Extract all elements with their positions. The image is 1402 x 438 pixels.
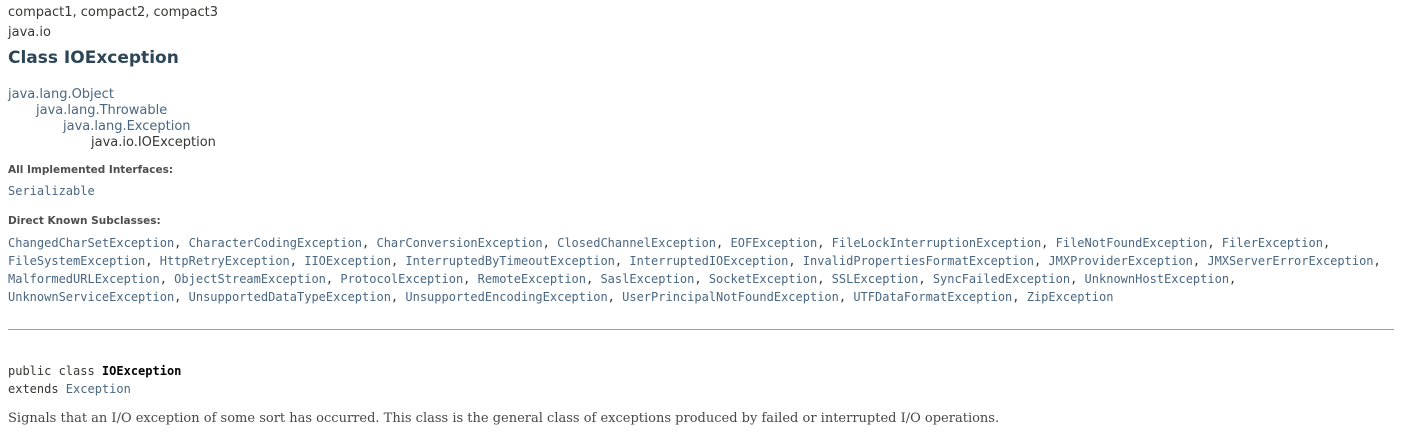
subclass-link[interactable]: SyncFailedException	[933, 272, 1070, 286]
list-separator: ,	[817, 236, 832, 250]
list-separator: ,	[607, 290, 623, 304]
subclass-link[interactable]: ZipException	[1027, 290, 1114, 304]
subclass-link[interactable]: UTFDataFormatException	[853, 290, 1012, 304]
list-separator: ,	[817, 272, 832, 286]
list-separator: ,	[542, 236, 558, 250]
subclass-link[interactable]: FileSystemException	[8, 254, 145, 268]
subclass-link[interactable]: InterruptedIOException	[629, 254, 788, 268]
list-separator: ,	[1041, 236, 1056, 250]
signature-extends: extends	[8, 382, 66, 396]
list-separator: ,	[325, 272, 341, 286]
subclass-link[interactable]: InterruptedByTimeoutException	[405, 254, 615, 268]
subclass-link[interactable]: ProtocolException	[340, 272, 463, 286]
list-separator: ,	[1229, 272, 1237, 286]
class-description: Signals that an I/O exception of some so…	[8, 411, 1000, 426]
subclass-link[interactable]: SaslException	[600, 272, 694, 286]
subclasses-label: Direct Known Subclasses:	[8, 215, 161, 227]
subclass-link[interactable]: UnknownServiceException	[8, 290, 174, 304]
list-separator: ,	[1033, 254, 1049, 268]
subclass-link[interactable]: UnknownHostException	[1085, 272, 1230, 286]
subclass-link[interactable]: EOFException	[731, 236, 818, 250]
subclass-link[interactable]: SSLException	[832, 272, 919, 286]
section-divider	[8, 329, 1394, 330]
subclass-link[interactable]: UnsupportedEncodingException	[405, 290, 607, 304]
subclass-link[interactable]: InvalidPropertiesFormatException	[803, 254, 1034, 268]
inheritance-link-object[interactable]: java.lang.Object	[8, 87, 114, 102]
interfaces-list: Serializable	[8, 184, 95, 198]
subclass-link[interactable]: ClosedChannelException	[557, 236, 716, 250]
list-separator: ,	[1207, 236, 1222, 250]
list-separator: ,	[716, 236, 731, 250]
subclass-link[interactable]: MalformedURLException	[8, 272, 160, 286]
inheritance-current-class: java.io.IOException	[91, 135, 216, 150]
list-separator: ,	[159, 272, 175, 286]
list-separator: ,	[694, 272, 709, 286]
signature-class-name: IOException	[101, 364, 182, 378]
list-separator: ,	[289, 254, 305, 268]
subclass-link[interactable]: FileNotFoundException	[1056, 236, 1208, 250]
subclass-link[interactable]: CharacterCodingException	[189, 236, 362, 250]
subclass-link[interactable]: SocketException	[709, 272, 817, 286]
page-title: Class IOException	[8, 48, 179, 68]
list-separator: ,	[918, 272, 933, 286]
subclass-link[interactable]: UnsupportedDataTypeException	[189, 290, 391, 304]
subclass-link[interactable]: HttpRetryException	[160, 254, 290, 268]
list-separator: ,	[1322, 236, 1331, 250]
subclass-link[interactable]: RemoteException	[478, 272, 586, 286]
implemented-interfaces-label: All Implemented Interfaces:	[8, 164, 174, 176]
list-separator: ,	[838, 290, 854, 304]
subclass-link[interactable]: ChangedCharSetException	[8, 236, 174, 250]
list-separator: ,	[390, 290, 406, 304]
list-separator: ,	[614, 254, 630, 268]
profiles-text: compact1, compact2, compact3	[8, 5, 219, 20]
subclass-link[interactable]: FileLockInterruptionException	[832, 236, 1042, 250]
subclass-link[interactable]: JMXProviderException	[1048, 254, 1193, 268]
list-separator: ,	[586, 272, 601, 286]
list-separator: ,	[174, 236, 189, 250]
subclass-link[interactable]: FilerException	[1222, 236, 1323, 250]
list-separator: ,	[390, 254, 406, 268]
interface-link[interactable]: Serializable	[8, 184, 95, 198]
inheritance-link-throwable[interactable]: java.lang.Throwable	[36, 103, 167, 118]
list-separator: ,	[362, 236, 377, 250]
list-separator: ,	[1012, 290, 1027, 304]
list-separator: ,	[463, 272, 478, 286]
subclass-link[interactable]: ObjectStreamException	[174, 272, 326, 286]
package-name: java.io	[8, 25, 51, 40]
superclass-link[interactable]: Exception	[66, 382, 131, 396]
list-separator: ,	[1192, 254, 1208, 268]
list-separator: ,	[788, 254, 803, 268]
subclass-link[interactable]: UserPrincipalNotFoundException	[622, 290, 839, 304]
subclass-link[interactable]: JMXServerErrorException	[1207, 254, 1373, 268]
subclasses-list: ChangedCharSetException, CharacterCoding…	[8, 234, 1398, 306]
signature-modifiers: public class	[8, 364, 102, 378]
class-signature: public class IOException extends Excepti…	[8, 362, 181, 398]
list-separator: ,	[1373, 254, 1381, 268]
subclass-link[interactable]: CharConversionException	[376, 236, 542, 250]
list-separator: ,	[174, 290, 189, 304]
list-separator: ,	[145, 254, 160, 268]
list-separator: ,	[1070, 272, 1085, 286]
subclass-link[interactable]: IIOException	[304, 254, 391, 268]
inheritance-link-exception[interactable]: java.lang.Exception	[63, 119, 191, 134]
